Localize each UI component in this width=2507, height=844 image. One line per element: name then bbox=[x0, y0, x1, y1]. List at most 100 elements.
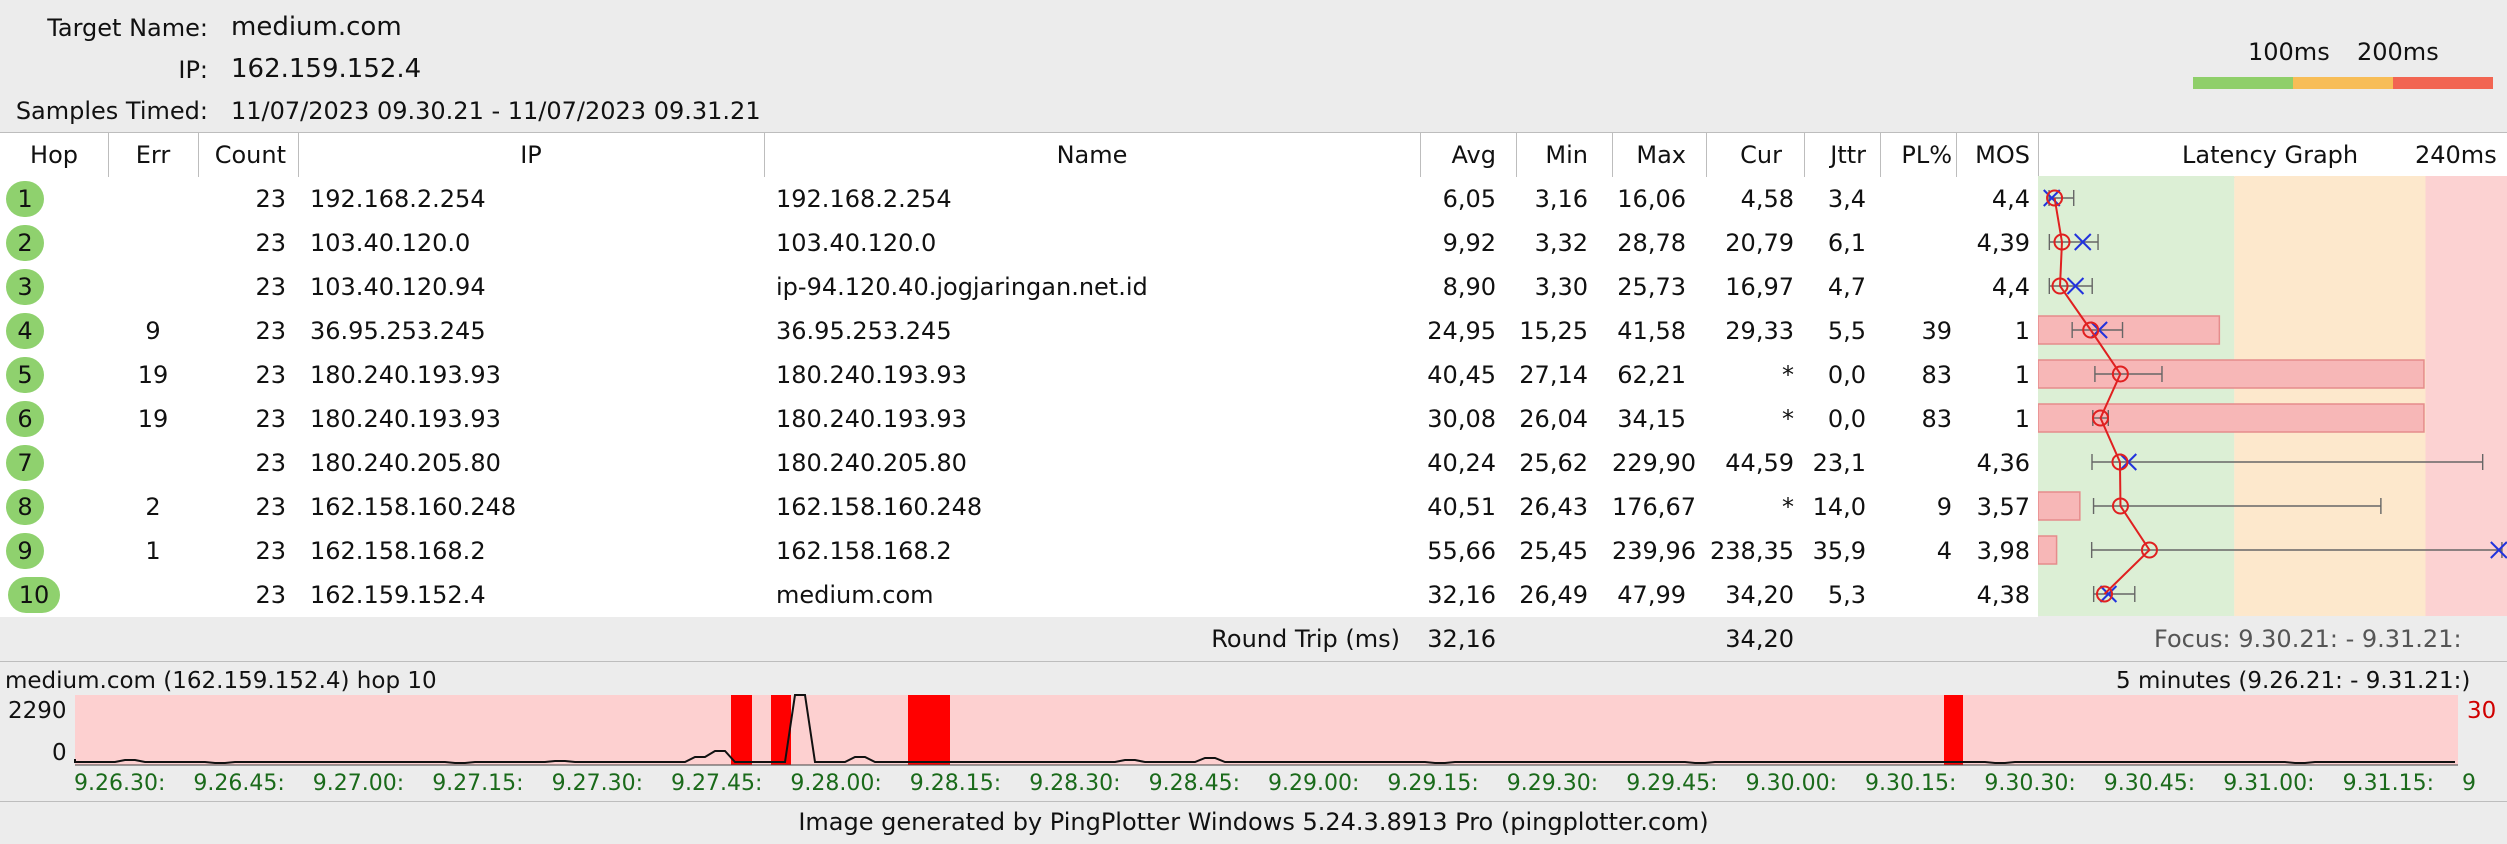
cell-pl bbox=[1880, 177, 1952, 221]
cell-jttr: 23,1 bbox=[1812, 449, 1866, 477]
cell-min: 25,45 bbox=[1519, 537, 1588, 565]
round-trip-cur: 34,20 bbox=[1725, 625, 1794, 653]
cell-avg: 40,24 bbox=[1427, 449, 1496, 477]
cell-cur: 4,58 bbox=[1740, 185, 1794, 213]
timeline-tick-label: 9.28.30: bbox=[1029, 771, 1121, 796]
cell-name: 103.40.120.0 bbox=[776, 229, 937, 257]
cell-name: 162.158.160.248 bbox=[776, 493, 983, 521]
cell-cur: * bbox=[1782, 361, 1794, 389]
cell-err: 2 bbox=[145, 493, 161, 521]
col-count[interactable]: Count bbox=[198, 133, 286, 177]
hop-number-badge: 8 bbox=[6, 489, 44, 525]
cell-err: 19 bbox=[137, 361, 169, 389]
cell-name: medium.com bbox=[776, 581, 934, 609]
timeline-tick-label: 9.31.00: bbox=[2223, 771, 2315, 796]
cell-ip: 180.240.193.93 bbox=[310, 361, 501, 389]
col-max[interactable]: Max bbox=[1612, 133, 1686, 177]
cell-ip: 36.95.253.245 bbox=[310, 317, 486, 345]
hop-number-badge: 10 bbox=[8, 577, 60, 613]
cell-name: 162.158.168.2 bbox=[776, 537, 952, 565]
cell-count: 23 bbox=[255, 185, 286, 213]
cell-mos: 4,4 bbox=[1991, 273, 2030, 301]
col-name[interactable]: Name bbox=[764, 133, 1420, 177]
cell-mos: 4,38 bbox=[1976, 581, 2030, 609]
cell-ip: 192.168.2.254 bbox=[310, 185, 486, 213]
timeline-tick-label: 9.31.15: bbox=[2342, 771, 2434, 796]
packet-loss-spike bbox=[731, 695, 752, 765]
timeline-tick-label: 9.29.30: bbox=[1506, 771, 1599, 796]
cell-max: 47,99 bbox=[1617, 581, 1686, 609]
col-avg[interactable]: Avg bbox=[1420, 133, 1496, 177]
col-hop[interactable]: Hop bbox=[0, 133, 108, 177]
legend-green-bar bbox=[2193, 77, 2293, 89]
cell-err: 9 bbox=[145, 317, 161, 345]
cell-mos: 4,36 bbox=[1976, 449, 2030, 477]
cell-name: 180.240.193.93 bbox=[776, 405, 967, 433]
cell-pl bbox=[1880, 265, 1952, 309]
cell-pl: 83 bbox=[1921, 405, 1952, 433]
cell-cur: 20,79 bbox=[1725, 229, 1794, 257]
col-min[interactable]: Min bbox=[1516, 133, 1588, 177]
latency-graph[interactable] bbox=[2038, 176, 2507, 616]
cell-avg: 40,51 bbox=[1427, 493, 1496, 521]
cell-count: 23 bbox=[255, 229, 286, 257]
col-mos[interactable]: MOS bbox=[1956, 133, 2030, 177]
cell-max: 25,73 bbox=[1617, 273, 1686, 301]
legend-200ms-label: 200ms bbox=[2357, 38, 2439, 66]
cell-count: 23 bbox=[255, 405, 286, 433]
timeline-tick-label: 9.30.45: bbox=[2103, 771, 2196, 796]
cell-name: 192.168.2.254 bbox=[776, 185, 952, 213]
cell-cur: 34,20 bbox=[1725, 581, 1794, 609]
cell-mos: 3,98 bbox=[1976, 537, 2030, 565]
legend-100ms-label: 100ms bbox=[2248, 38, 2330, 66]
col-cur[interactable]: Cur bbox=[1706, 133, 1782, 177]
cell-ip: 162.159.152.4 bbox=[310, 581, 486, 609]
timeline-tick-label: 9.27.45: bbox=[671, 771, 763, 796]
cell-pl bbox=[1880, 221, 1952, 265]
cell-name: 36.95.253.245 bbox=[776, 317, 952, 345]
cell-jttr: 3,4 bbox=[1827, 185, 1866, 213]
cell-pl bbox=[1880, 573, 1952, 617]
hop-number-badge: 9 bbox=[6, 533, 44, 569]
cell-pl: 39 bbox=[1921, 317, 1952, 345]
packet-loss-bar bbox=[2038, 315, 2221, 345]
hop-number-badge: 4 bbox=[6, 313, 44, 349]
cell-ip: 162.158.160.248 bbox=[310, 493, 517, 521]
col-jttr[interactable]: Jttr bbox=[1804, 133, 1866, 177]
cell-jttr: 5,5 bbox=[1827, 317, 1866, 345]
col-latency-graph[interactable]: Latency Graph bbox=[2182, 133, 2358, 177]
cell-avg: 6,05 bbox=[1442, 185, 1496, 213]
packet-loss-spike bbox=[908, 695, 950, 765]
cell-mos: 1 bbox=[2014, 361, 2030, 389]
hop-number-badge: 3 bbox=[6, 269, 44, 305]
round-trip-avg: 32,16 bbox=[1427, 625, 1496, 653]
col-err[interactable]: Err bbox=[108, 133, 198, 177]
cell-max: 229,90 bbox=[1612, 449, 1696, 477]
cell-avg: 9,92 bbox=[1442, 229, 1496, 257]
cell-min: 26,04 bbox=[1519, 405, 1588, 433]
ip-label: IP: bbox=[178, 56, 208, 84]
cell-err bbox=[108, 573, 198, 617]
cell-err: 1 bbox=[145, 537, 161, 565]
cell-err bbox=[108, 265, 198, 309]
cell-ip: 180.240.205.80 bbox=[310, 449, 501, 477]
cell-min: 26,43 bbox=[1519, 493, 1588, 521]
col-ip[interactable]: IP bbox=[298, 133, 764, 177]
cell-pl: 9 bbox=[1936, 493, 1952, 521]
timeline-tick-label: 9 bbox=[2462, 771, 2476, 796]
cell-mos: 1 bbox=[2014, 405, 2030, 433]
col-pl[interactable]: PL% bbox=[1880, 133, 1952, 177]
packet-loss-bar bbox=[2038, 491, 2081, 521]
cell-jttr: 0,0 bbox=[1827, 405, 1866, 433]
cell-max: 28,78 bbox=[1617, 229, 1686, 257]
cell-avg: 30,08 bbox=[1427, 405, 1496, 433]
ip-value: 162.159.152.4 bbox=[231, 54, 422, 84]
cell-min: 25,62 bbox=[1519, 449, 1588, 477]
hop-number-badge: 1 bbox=[6, 181, 44, 217]
cell-jttr: 6,1 bbox=[1827, 229, 1866, 257]
cell-count: 23 bbox=[255, 449, 286, 477]
timeline-tick-label: 9.27.15: bbox=[432, 771, 524, 796]
timeline-graph[interactable] bbox=[0, 693, 2507, 773]
cell-max: 239,96 bbox=[1612, 537, 1696, 565]
cell-avg: 24,95 bbox=[1427, 317, 1496, 345]
